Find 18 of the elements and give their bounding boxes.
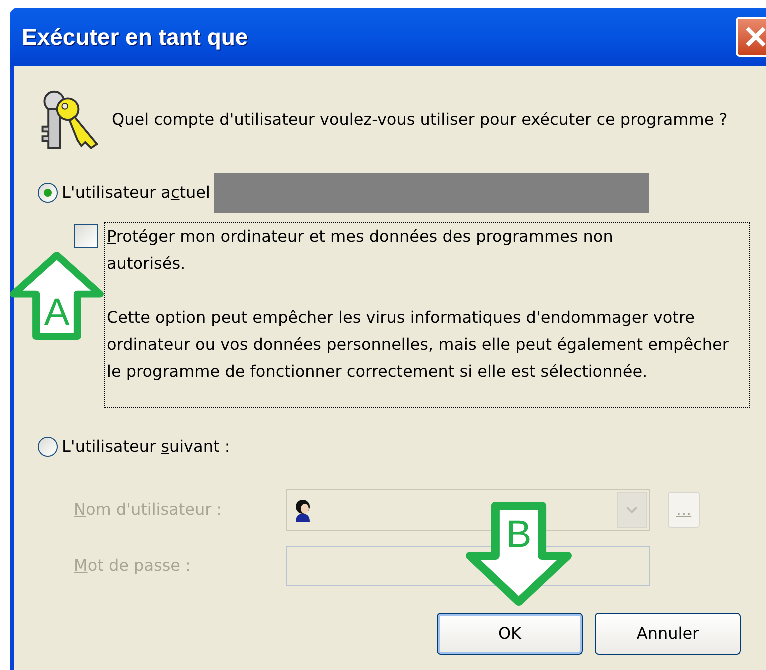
annotation-letter: A [43, 294, 71, 332]
ok-button[interactable]: OK [437, 613, 583, 655]
window-title: Exécuter en tant que [22, 22, 250, 52]
radio-label: L'utilisateur suivant : [62, 436, 230, 458]
user-icon [293, 498, 313, 522]
annotation-letter: B [505, 516, 533, 554]
close-button[interactable] [736, 17, 766, 57]
question-text: Quel compte d'utilisateur voulez-vous utiliser pour exécuter ce programme ? [112, 109, 729, 131]
checkbox-label: Protéger mon ordinateur et mes données des programmes non autorisés. [107, 226, 614, 275]
radio-label: L'utilisateur actuel [62, 182, 210, 204]
cancel-button[interactable]: Annuler [595, 613, 741, 655]
radio-button[interactable] [38, 437, 58, 457]
radio-button[interactable] [38, 183, 58, 203]
field-label: Nom d'utilisateur : [74, 500, 222, 519]
close-icon [744, 25, 766, 49]
option-note: Cette option peut empêcher les virus informatiques d'endommager votre ordinateur ou vos données personnelles, mais elle peut également empêcher le programme de fonctionner correctement si elle est sélectionnée. [107, 307, 730, 383]
checkbox[interactable] [74, 224, 98, 248]
field-label: Mot de passe : [74, 556, 191, 575]
